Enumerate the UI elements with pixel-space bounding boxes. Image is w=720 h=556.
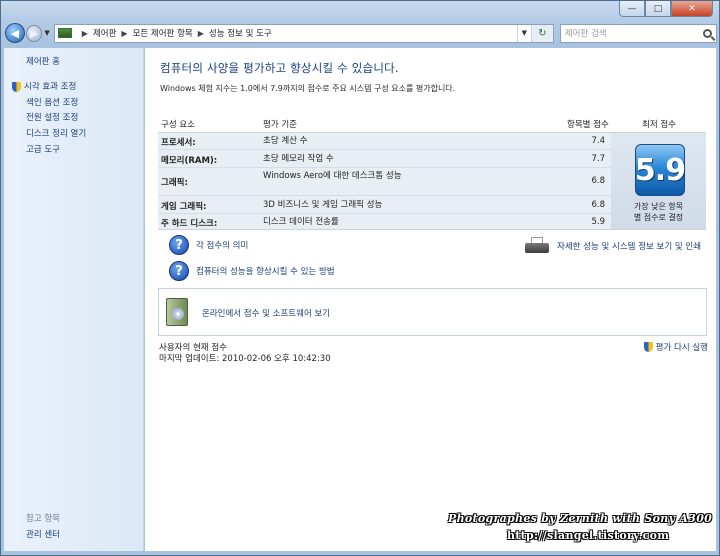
- control-panel-icon: [57, 28, 72, 38]
- breadcrumb-separator-icon[interactable]: ▶: [121, 29, 127, 38]
- sidebar-item-indexing[interactable]: 색인 옵션 조정: [26, 96, 78, 108]
- row-subscore: 5.9: [591, 217, 605, 227]
- rerun-assessment-link[interactable]: 평가 다시 실행: [643, 341, 708, 353]
- search-input[interactable]: 제어판 검색: [559, 23, 717, 43]
- address-dropdown-icon[interactable]: ▼: [516, 24, 531, 42]
- score-table-header: 구성 요소 평가 기준 항목별 점수 최저 점수: [159, 118, 706, 131]
- caption-buttons: — □ ✕: [619, 1, 713, 17]
- table-row: 프로세서: 초당 계산 수 7.4: [158, 133, 611, 150]
- shield-icon: [643, 342, 653, 352]
- sidebar-item-disk-cleanup[interactable]: 디스크 정리 열기: [26, 127, 86, 139]
- row-subscore: 6.8: [591, 176, 605, 186]
- sidebar-item-power[interactable]: 전원 설정 조정: [26, 111, 78, 123]
- search-placeholder: 제어판 검색: [564, 29, 607, 39]
- score-meaning-link[interactable]: 각 점수의 의미: [196, 239, 248, 251]
- sidebar-item-action-center[interactable]: 관리 센터: [26, 528, 60, 540]
- blog-url-watermark: http://slangel.tistory.com: [507, 529, 670, 542]
- help-icon: ?: [169, 235, 189, 255]
- score-meaning-link-row[interactable]: ? 각 점수의 의미: [169, 235, 248, 255]
- improve-link-row[interactable]: ? 컴퓨터의 성능을 향상시킬 수 있는 방법: [169, 261, 335, 281]
- row-criteria: 3D 비즈니스 및 게임 그래픽 성능: [263, 200, 383, 210]
- row-component: 메모리(RAM):: [161, 156, 218, 166]
- row-subscore: 6.8: [591, 200, 605, 210]
- row-component: 주 하드 디스크:: [161, 219, 218, 229]
- search-icon[interactable]: [703, 28, 712, 38]
- row-criteria: 초당 메모리 작업 수: [263, 154, 334, 164]
- details-print-link[interactable]: 자세한 성능 및 시스템 정보 보기 및 인쇄: [557, 240, 701, 252]
- base-caption-line: 별 점수로 결정: [633, 213, 684, 222]
- row-criteria: 디스크 데이터 전송률: [263, 217, 339, 227]
- base-score-badge: 5.9: [635, 144, 686, 196]
- minimize-button[interactable]: —: [619, 1, 645, 17]
- printer-icon: [525, 237, 549, 255]
- score-table: 프로세서: 초당 계산 수 7.4 메모리(RAM): 초당 메모리 작업 수 …: [158, 132, 611, 230]
- column-criteria: 평가 기준: [263, 120, 297, 130]
- online-software-box: 온라인에서 점수 및 소프트웨어 보기: [158, 288, 707, 336]
- page-description: Windows 체험 지수는 1.0에서 7.9까지의 점수로 주요 시스템 구…: [160, 84, 456, 93]
- rerun-label: 평가 다시 실행: [655, 343, 708, 353]
- last-update-label: 마지막 업데이트: 2010-02-06 오후 10:42:30: [159, 354, 331, 364]
- control-panel-window: — □ ✕ ◀ ▶ ▼ ▶ 제어판 ▶ 모든 제어판 항목 ▶ 성능 정보 및 …: [0, 0, 720, 556]
- online-scores-link[interactable]: 온라인에서 점수 및 소프트웨어 보기: [202, 307, 330, 319]
- row-component: 프로세서:: [161, 138, 196, 148]
- row-criteria: 초당 계산 수: [263, 136, 308, 146]
- row-subscore: 7.7: [591, 154, 605, 164]
- navigation-bar: ◀ ▶ ▼ ▶ 제어판 ▶ 모든 제어판 항목 ▶ 성능 정보 및 도구 ▼ ↻…: [5, 23, 717, 43]
- help-icon: ?: [169, 261, 189, 281]
- column-component: 구성 요소: [161, 120, 195, 130]
- base-caption-line: 가장 낮은 항목: [633, 202, 684, 211]
- table-row: 메모리(RAM): 초당 메모리 작업 수 7.7: [158, 150, 611, 168]
- base-score-caption: 가장 낮은 항목 별 점수로 결정: [613, 201, 704, 223]
- column-subscore: 항목별 점수: [567, 120, 609, 130]
- back-icon[interactable]: ◀: [5, 23, 25, 43]
- breadcrumb-separator-icon[interactable]: ▶: [198, 29, 204, 38]
- maximize-button[interactable]: □: [645, 1, 671, 17]
- see-also-heading: 참고 항목: [26, 514, 60, 524]
- forward-icon[interactable]: ▶: [25, 24, 43, 42]
- sidebar: 제어판 홈 시각 효과 조정 색인 옵션 조정 전원 설정 조정 디스크 정리 …: [4, 48, 144, 551]
- base-score-panel: 5.9 가장 낮은 항목 별 점수로 결정: [611, 132, 706, 230]
- history-dropdown-icon[interactable]: ▼: [44, 29, 49, 37]
- software-box-icon: [166, 298, 188, 326]
- shield-icon: [12, 81, 21, 92]
- close-button[interactable]: ✕: [671, 1, 713, 17]
- address-controls: ▼ ↻: [516, 24, 553, 42]
- column-base-score: 최저 점수: [642, 120, 676, 130]
- sidebar-item-label: 시각 효과 조정: [24, 82, 77, 92]
- row-criteria: Windows Aero에 대한 데스크톱 성능: [263, 171, 402, 181]
- breadcrumb-all-items[interactable]: 모든 제어판 항목: [133, 27, 193, 39]
- row-component: 그래픽:: [161, 178, 188, 188]
- breadcrumb-performance[interactable]: 성능 정보 및 도구: [209, 27, 272, 39]
- row-component: 게임 그래픽:: [161, 202, 207, 212]
- photo-credit-watermark: Photographes by Zernith with Sony A300: [448, 512, 713, 525]
- main-content: 컴퓨터의 사양을 평가하고 향상시킬 수 있습니다. Windows 체험 지수…: [145, 48, 716, 551]
- address-bar[interactable]: ▶ 제어판 ▶ 모든 제어판 항목 ▶ 성능 정보 및 도구 ▼ ↻: [53, 23, 554, 43]
- details-link-row[interactable]: 자세한 성능 및 시스템 정보 보기 및 인쇄: [525, 237, 701, 255]
- improve-performance-link[interactable]: 컴퓨터의 성능을 향상시킬 수 있는 방법: [196, 265, 335, 277]
- table-row: 그래픽: Windows Aero에 대한 데스크톱 성능 6.8: [158, 168, 611, 196]
- breadcrumb-separator-icon[interactable]: ▶: [82, 29, 88, 38]
- table-row: 주 하드 디스크: 디스크 데이터 전송률 5.9: [158, 214, 611, 230]
- row-subscore: 7.4: [591, 136, 605, 146]
- refresh-icon[interactable]: ↻: [530, 24, 553, 42]
- sidebar-item-visual-effects[interactable]: 시각 효과 조정: [12, 80, 76, 92]
- page-title: 컴퓨터의 사양을 평가하고 향상시킬 수 있습니다.: [160, 61, 399, 75]
- sidebar-home-link[interactable]: 제어판 홈: [26, 55, 60, 67]
- sidebar-item-advanced-tools[interactable]: 고급 도구: [26, 143, 60, 155]
- table-row: 게임 그래픽: 3D 비즈니스 및 게임 그래픽 성능 6.8: [158, 196, 611, 214]
- breadcrumb-control-panel[interactable]: 제어판: [93, 27, 116, 39]
